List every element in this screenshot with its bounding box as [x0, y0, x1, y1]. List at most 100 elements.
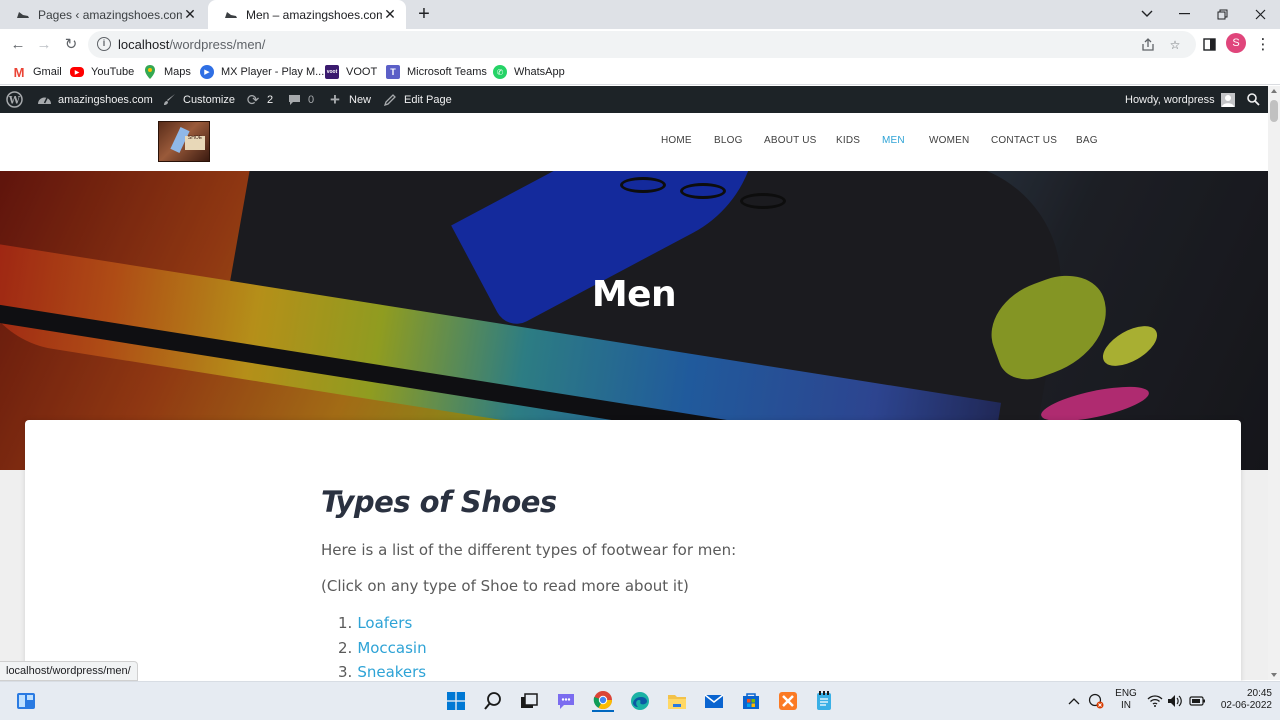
file-explorer-icon[interactable] [666, 690, 688, 712]
bookmark-voot[interactable]: voot VOOT [325, 63, 377, 81]
section-heading: Types of Shoes [321, 485, 557, 519]
menu-about-us[interactable]: ABOUT US [764, 135, 817, 146]
shoe-link-sneakers[interactable]: Sneakers [357, 663, 426, 681]
edge-icon[interactable] [629, 690, 651, 712]
tab-title: Pages ‹ amazingshoes.com — W [38, 7, 182, 22]
brush-icon [161, 92, 177, 108]
wp-customize[interactable]: Customize [161, 86, 235, 113]
list-item: 2. Moccasin [338, 639, 427, 657]
notepad-icon[interactable] [813, 690, 835, 712]
chevron-up-icon[interactable] [1065, 690, 1083, 712]
hero-title: Men [591, 274, 677, 315]
tab-title: Men – amazingshoes.com [246, 7, 382, 22]
menu-blog[interactable]: BLOG [714, 135, 743, 146]
voot-icon: voot [325, 65, 339, 79]
menu-home[interactable]: HOME [661, 135, 692, 146]
language-indicator[interactable]: ENG IN [1113, 688, 1139, 712]
back-arrow-icon[interactable]: ← [7, 33, 29, 55]
site-info-icon[interactable]: i [97, 37, 111, 51]
list-item: 3. Sneakers [338, 663, 427, 681]
reload-icon[interactable]: ↻ [60, 33, 82, 55]
maps-icon [143, 65, 157, 79]
tab-pages[interactable]: Pages ‹ amazingshoes.com — W ✕ [0, 0, 206, 29]
gmail-icon: M [13, 64, 25, 80]
bookmark-mx-player[interactable]: ▶ MX Player - Play M... [200, 63, 324, 81]
wifi-icon[interactable] [1146, 690, 1164, 712]
clock[interactable]: 20:45 02-06-2022 [1212, 688, 1272, 712]
browser-tab-strip: Pages ‹ amazingshoes.com — W ✕ Men – ama… [0, 0, 1280, 29]
plus-icon: + [330, 89, 340, 109]
wordpress-logo-icon[interactable]: W [6, 86, 23, 113]
close-window-button[interactable] [1248, 4, 1272, 24]
shoe-link-moccasin[interactable]: Moccasin [357, 639, 426, 657]
wp-edit-page[interactable]: Edit Page [382, 86, 452, 113]
intro-text: Here is a list of the different types of… [321, 541, 737, 559]
site-logo[interactable]: SHOE [158, 121, 210, 162]
menu-men[interactable]: MEN [882, 135, 905, 146]
bookmark-gmail[interactable]: M Gmail [12, 63, 62, 81]
menu-kids[interactable]: KIDS [836, 135, 860, 146]
side-panel-icon[interactable] [1198, 33, 1220, 55]
bookmark-microsoft-teams[interactable]: T Microsoft Teams [386, 63, 487, 81]
url-text[interactable]: localhost/wordpress/men/ [118, 37, 265, 52]
svg-text:W: W [8, 96, 21, 107]
minimize-button[interactable] [1172, 4, 1196, 24]
user-avatar-icon [1220, 92, 1235, 107]
windows-taskbar: ENG IN 20:45 02-06-2022 [0, 681, 1280, 720]
restore-button[interactable] [1210, 4, 1234, 24]
tab-men[interactable]: Men – amazingshoes.com ✕ [208, 0, 406, 29]
close-tab-icon[interactable]: ✕ [182, 6, 198, 23]
scrollbar-thumb[interactable] [1270, 100, 1278, 122]
comment-bubble-icon [286, 92, 302, 108]
bookmark-maps[interactable]: Maps [143, 63, 191, 81]
scroll-down-arrow-icon[interactable] [1271, 673, 1277, 677]
shoe-link-loafers[interactable]: Loafers [357, 614, 412, 632]
xampp-icon[interactable] [777, 690, 799, 712]
wp-comments[interactable]: 0 [286, 86, 314, 113]
wp-my-account[interactable]: Howdy, wordpress [1125, 86, 1235, 113]
link-status-bubble: localhost/wordpress/men/ [0, 661, 138, 681]
list-item: 1. Loafers [338, 614, 413, 632]
tab-search-chevron-down-icon[interactable] [1135, 4, 1159, 24]
wp-admin-bar: W amazingshoes.com Customize ⟳ 2 0 + New E… [0, 86, 1268, 113]
scroll-up-arrow-icon[interactable] [1271, 89, 1277, 93]
close-tab-icon[interactable]: ✕ [382, 6, 398, 23]
shoe-favicon-icon [16, 9, 30, 21]
new-tab-button[interactable]: + [414, 4, 434, 24]
network-error-icon[interactable] [1086, 690, 1106, 712]
wp-updates[interactable]: ⟳ 2 [245, 86, 273, 113]
teams-chat-icon[interactable] [555, 690, 577, 712]
start-windows-icon[interactable] [445, 690, 467, 712]
bookmark-youtube[interactable]: ▶ YouTube [70, 63, 134, 81]
microsoft-store-icon[interactable] [740, 690, 762, 712]
profile-avatar[interactable]: S [1226, 33, 1246, 53]
shoe-favicon-icon [224, 9, 238, 21]
page-scrollbar[interactable] [1268, 86, 1280, 680]
volume-icon[interactable] [1166, 690, 1184, 712]
chrome-icon[interactable] [592, 690, 614, 712]
bookmark-whatsapp[interactable]: ✆ WhatsApp [493, 63, 565, 81]
widgets-icon[interactable] [15, 690, 37, 712]
search-taskbar-icon[interactable] [482, 690, 504, 712]
bookmarks-bar: M Gmail ▶ YouTube Maps ▶ MX Player - Play M… [0, 59, 1280, 85]
wp-new[interactable]: + New [327, 86, 371, 113]
more-menu-icon[interactable]: ⋮ [1252, 33, 1274, 55]
address-bar[interactable]: i localhost/wordpress/men/ ☆ [88, 31, 1196, 58]
menu-contact-us[interactable]: CONTACT US [991, 135, 1057, 146]
bookmark-star-icon[interactable]: ☆ [1166, 36, 1184, 54]
search-icon[interactable] [1241, 86, 1265, 113]
note-text: (Click on any type of Shoe to read more … [321, 577, 689, 595]
whatsapp-icon: ✆ [493, 65, 507, 79]
mail-icon[interactable] [703, 690, 725, 712]
teams-icon: T [386, 65, 400, 79]
task-view-icon[interactable] [518, 690, 540, 712]
pencil-icon [382, 92, 398, 108]
menu-bag[interactable]: BAG [1076, 135, 1098, 146]
mx-player-icon: ▶ [200, 65, 214, 79]
battery-icon[interactable] [1187, 690, 1207, 712]
updates-refresh-icon: ⟳ [246, 91, 260, 109]
share-icon[interactable] [1139, 36, 1157, 54]
forward-arrow-icon[interactable]: → [33, 33, 55, 55]
wp-site-name[interactable]: amazingshoes.com [36, 86, 153, 113]
menu-women[interactable]: WOMEN [929, 135, 969, 146]
